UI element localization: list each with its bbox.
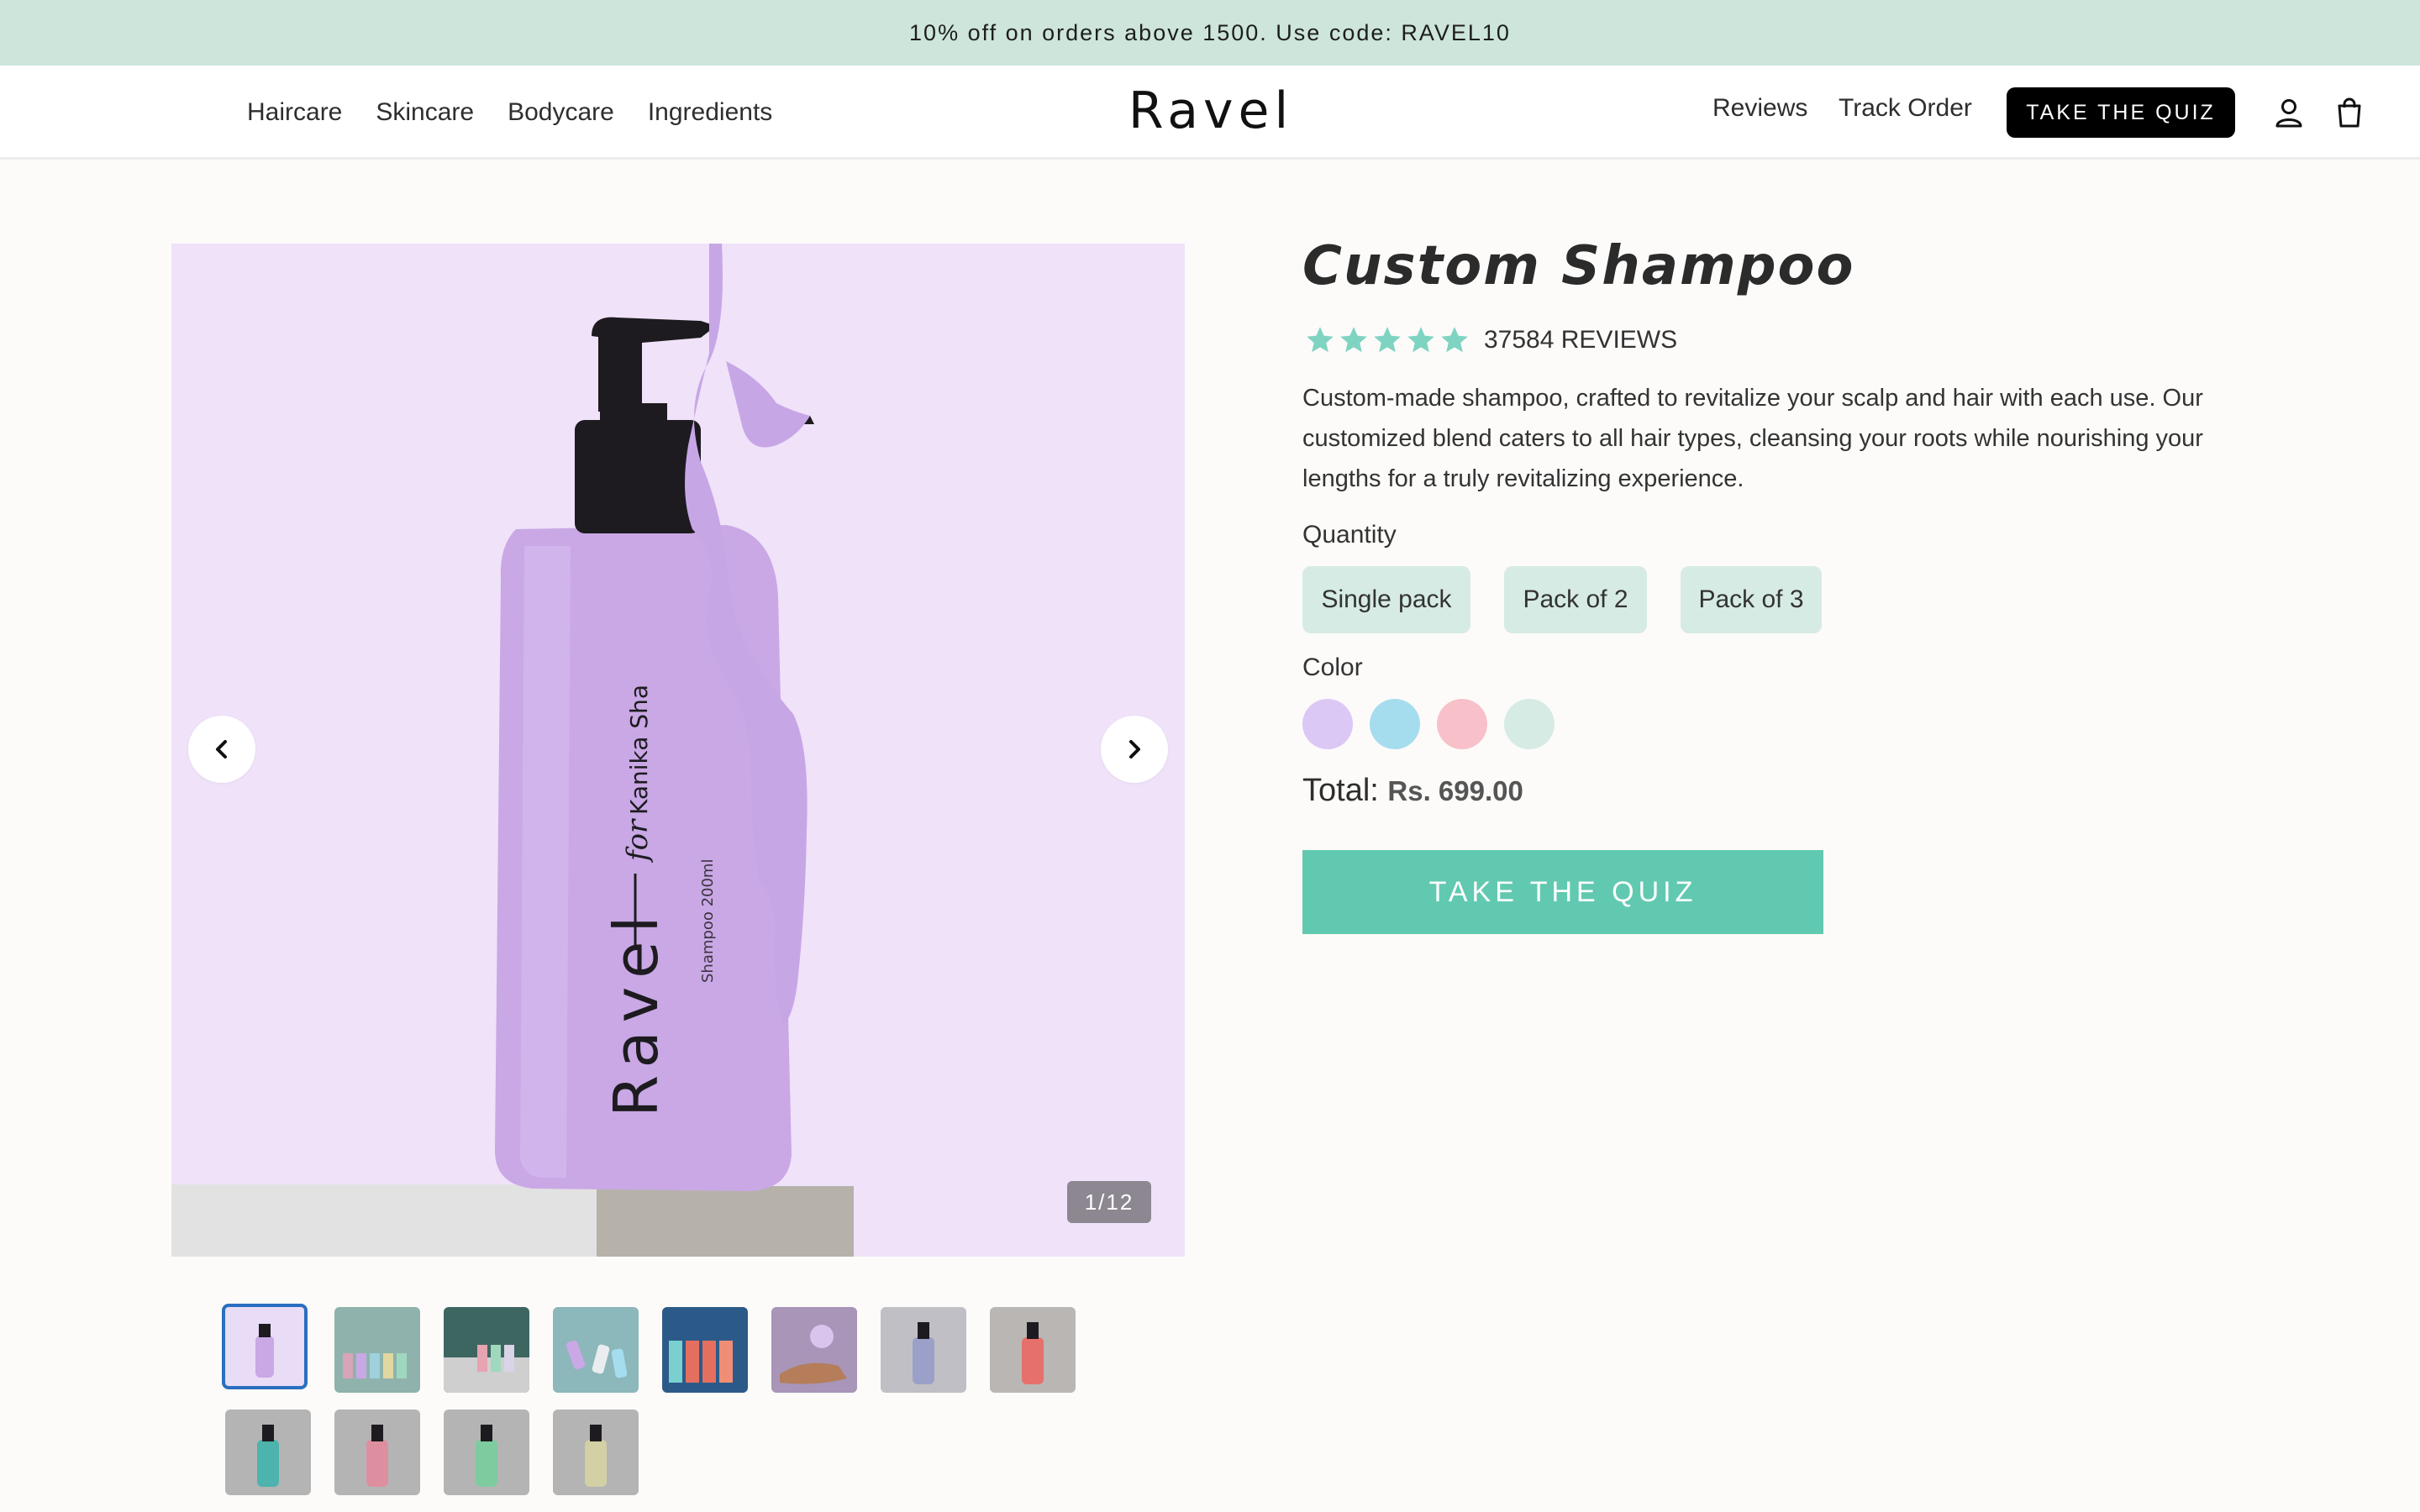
thumbnail-12[interactable]	[553, 1410, 639, 1495]
chevron-right-icon	[1129, 740, 1140, 759]
nav-reviews[interactable]: Reviews	[1712, 94, 1807, 123]
announcement-text: 10% off on orders above 1500. Use code: …	[909, 19, 1511, 45]
thumbnail-3[interactable]	[444, 1307, 529, 1393]
announcement-bar: 10% off on orders above 1500. Use code: …	[0, 0, 2420, 66]
total-value: Rs. 699.00	[1387, 775, 1523, 806]
thumbnail-9[interactable]	[225, 1410, 311, 1495]
chevron-left-icon	[216, 740, 227, 759]
nav-haircare[interactable]: Haircare	[247, 98, 342, 127]
thumbnail-4[interactable]	[553, 1307, 639, 1393]
thumbnail-10[interactable]	[334, 1410, 420, 1495]
thumbnail-7[interactable]	[881, 1307, 966, 1393]
product-main-image[interactable]: Ravel for Kanika Sha Shampoo 200ml	[171, 244, 1185, 1257]
quantity-label: Quantity	[1302, 521, 1397, 549]
thumbnail-1[interactable]	[222, 1304, 308, 1389]
color-swatch-pink[interactable]	[1437, 699, 1487, 749]
user-icon[interactable]	[2272, 96, 2306, 129]
nav-skincare[interactable]: Skincare	[376, 98, 474, 127]
nav-ingredients[interactable]: Ingredients	[648, 98, 772, 127]
star-icon	[1374, 327, 1401, 353]
bottle-volume-text: Shampoo 200ml	[699, 859, 717, 983]
bottle-name-text: Kanika Sha	[625, 685, 653, 815]
rating-stars[interactable]	[1304, 324, 1470, 356]
color-swatch-blue[interactable]	[1370, 699, 1420, 749]
thumbnail-11[interactable]	[444, 1410, 529, 1495]
star-icon	[1307, 327, 1334, 353]
next-image-button[interactable]	[1101, 716, 1168, 783]
brand-logo[interactable]: Ravel	[1128, 77, 1288, 144]
take-quiz-header-button[interactable]: TAKE THE QUIZ	[2007, 87, 2235, 138]
take-quiz-cta-button[interactable]: TAKE THE QUIZ	[1302, 850, 1823, 934]
color-label: Color	[1302, 654, 1363, 681]
quantity-option-single[interactable]: Single pack	[1302, 566, 1470, 633]
total-price: Total: Rs. 699.00	[1302, 773, 1523, 809]
nav-track-order[interactable]: Track Order	[1839, 94, 1972, 123]
quantity-option-pack-2[interactable]: Pack of 2	[1504, 566, 1647, 633]
color-swatch-lavender[interactable]	[1302, 699, 1353, 749]
shopping-bag-icon[interactable]	[2333, 96, 2366, 129]
star-icon	[1340, 327, 1367, 353]
color-swatch-mint[interactable]	[1504, 699, 1555, 749]
nav-bodycare[interactable]: Bodycare	[508, 98, 614, 127]
star-icon	[1407, 327, 1434, 353]
bottle-for-text: for	[621, 818, 655, 864]
thumbnail-6[interactable]	[771, 1307, 857, 1393]
reviews-count-link[interactable]: 37584 REVIEWS	[1484, 326, 1677, 354]
primary-nav: Haircare Skincare Bodycare Ingredients	[247, 66, 772, 160]
quantity-option-pack-3[interactable]: Pack of 3	[1681, 566, 1822, 633]
thumbnail-5[interactable]	[662, 1307, 748, 1393]
prev-image-button[interactable]	[188, 716, 255, 783]
product-description: Custom-made shampoo, crafted to revitali…	[1302, 385, 2203, 492]
total-label: Total:	[1302, 773, 1379, 808]
product-title: Custom Shampoo	[1302, 235, 1855, 297]
star-icon	[1441, 327, 1468, 353]
site-header: Haircare Skincare Bodycare Ingredients R…	[0, 66, 2420, 160]
thumbnail-8[interactable]	[990, 1307, 1076, 1393]
thumbnail-2[interactable]	[334, 1307, 420, 1393]
image-counter: 1/12	[1067, 1181, 1151, 1223]
